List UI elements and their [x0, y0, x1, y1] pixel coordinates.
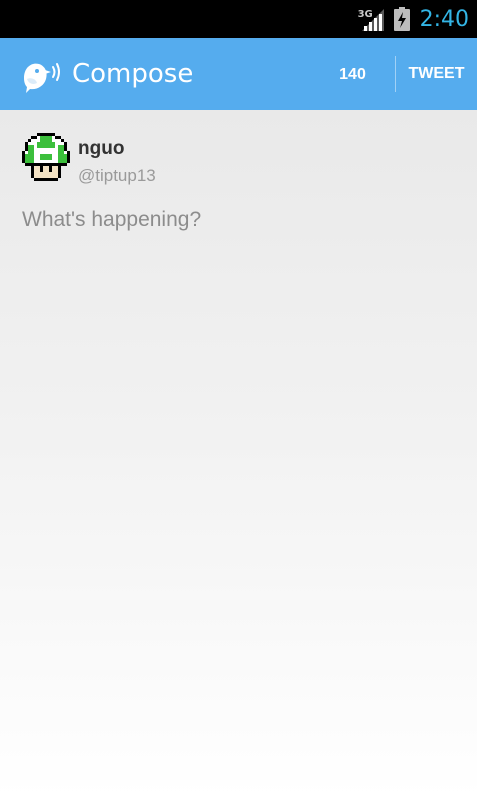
- signal-indicator: 3G: [358, 5, 386, 33]
- signal-strength-icon: [361, 9, 384, 31]
- status-icons: 3G 2:40: [358, 0, 469, 38]
- compose-text-input[interactable]: [20, 204, 461, 768]
- green-mushroom-avatar-icon[interactable]: [22, 133, 70, 181]
- battery-charging-icon: [393, 7, 410, 31]
- character-counter: 140: [339, 66, 366, 83]
- action-bar: Compose 140 TWEET: [0, 38, 477, 110]
- tweet-button[interactable]: TWEET: [396, 38, 477, 110]
- user-name: nguo: [78, 138, 125, 159]
- bird-speaking-logo-icon[interactable]: [18, 52, 64, 98]
- status-clock: 2:40: [419, 6, 469, 32]
- compose-screen: 3G 2:40 Compose 140 TWEET nguo @tiptup13…: [0, 0, 477, 799]
- page-title: Compose: [72, 59, 194, 89]
- status-bar: 3G 2:40: [0, 0, 477, 38]
- user-handle: @tiptup13: [78, 166, 156, 185]
